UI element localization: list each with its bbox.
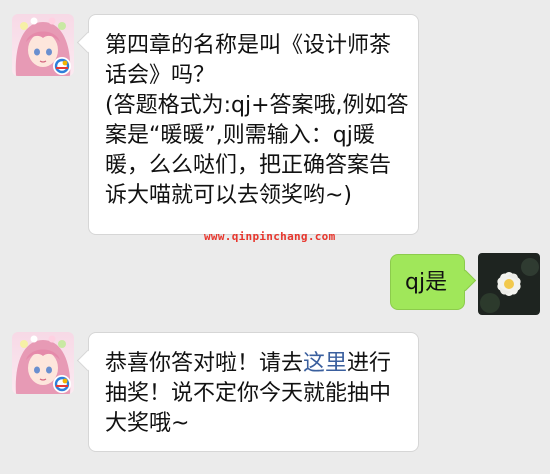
lottery-link[interactable]: 这里 [303,351,347,376]
white-flower-avatar-icon [478,253,540,315]
watermark-text: www.qinpinchang.com [204,230,336,243]
message-line: 第四章的名称是叫《设计师茶 [105,33,392,58]
game-logo-icon [53,375,71,393]
message-line: 话会》吗？ [105,63,216,88]
game-logo-badge [52,56,72,76]
message-text: 恭喜你答对啦！请去 [105,351,304,376]
message-line: 大奖哦~ [105,411,190,436]
user-avatar[interactable] [478,253,540,315]
received-message-bubble[interactable]: 第四章的名称是叫《设计师茶 话会》吗？ (答题格式为:qj+答案哦,例如答 案是… [88,14,419,235]
message-line: 抽奖！说不定你今天就能抽中 [105,381,392,406]
message-line: (答题格式为:qj+答案哦,例如答 [105,93,409,118]
sent-message-bubble[interactable]: qj是 [390,254,465,310]
game-logo-icon [53,57,71,75]
message-line: 诉大喵就可以去领奖哟~) [105,183,353,208]
received-message-bubble[interactable]: 恭喜你答对啦！请去这里进行 抽奖！说不定你今天就能抽中 大奖哦~ [88,332,419,452]
game-logo-badge [52,374,72,394]
message-line: 恭喜你答对啦！请去这里进行 [105,349,408,379]
message-line: 暖，么么哒们，把正确答案告 [105,153,392,178]
message-text: 进行 [347,351,392,376]
message-line: 案是“暖暖”,则需输入：qj暖 [105,123,375,148]
message-text: qj是 [405,270,448,295]
